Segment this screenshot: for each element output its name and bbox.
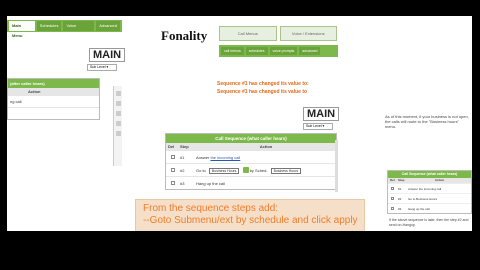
left-sequence-table: (after caller hears) Action ng call (7, 78, 100, 120)
center-nav-bar: call menus schedules voice prompts advan… (219, 45, 338, 57)
video-frame: Main Menu Schedules Voice Prompts Advanc… (7, 16, 472, 231)
left-tab-advanced[interactable]: Advanced (96, 21, 120, 31)
left-tab-main-menu[interactable]: Main Menu (9, 21, 35, 38)
table-row: #1 Answer the incoming call (166, 150, 336, 163)
action-link[interactable]: the incoming call (210, 155, 240, 160)
status-message-1: Sequence #1 has changed its value to: (217, 81, 309, 87)
left-table-col-action: Action (8, 88, 99, 95)
left-tab-voice-prompts[interactable]: Voice Prompts (63, 21, 95, 38)
right-note-text: If the above sequence is later, then the… (389, 218, 469, 227)
left-table-header: (after caller hears) (8, 79, 99, 88)
status-message-2: Sequence #1 has changed its value to (217, 89, 308, 95)
col-del: Del (390, 178, 395, 182)
nav-call-menus[interactable]: call menus (221, 47, 244, 55)
step-action: Answer the incoming call (408, 186, 442, 191)
checkbox[interactable] (116, 121, 121, 126)
left-table-row (8, 107, 99, 119)
step-number: #2 (398, 196, 402, 201)
col-step: Step (180, 144, 189, 149)
center-pane: Fonality Call Menus Voice / Extensions c… (155, 22, 401, 197)
step-action: Go to Business Hours (408, 196, 438, 201)
delete-checkbox[interactable] (391, 186, 394, 190)
tab-voice-extensions[interactable]: Voice / Extensions (279, 26, 337, 41)
right-pane: As of this moment, if your business is n… (383, 112, 472, 231)
nav-schedules[interactable]: schedules (245, 47, 268, 55)
left-level-select[interactable]: Sub Level ▾ (87, 64, 117, 71)
table-row: #3 Hang up the call (388, 203, 471, 213)
delete-checkbox[interactable] (171, 154, 175, 159)
step-number: #1 (398, 186, 402, 191)
action-prefix: Hang up the call (196, 180, 225, 186)
delete-checkbox[interactable] (391, 196, 394, 200)
nav-advanced[interactable]: advanced (299, 47, 321, 55)
left-table-row: ng call (8, 95, 99, 107)
table-row: #2 Go to Business Hours (388, 193, 471, 203)
table-row: #2 Go to Business Hours by Sched. Busine… (166, 163, 336, 176)
step-number: #2 (180, 167, 185, 173)
step-number: #1 (180, 154, 185, 160)
col-del: Del (168, 144, 175, 149)
fonality-logo: Fonality (161, 28, 208, 43)
col-action: Action (259, 144, 273, 149)
tab-call-menus[interactable]: Call Menus (219, 26, 277, 41)
right-table-header: Call Sequence (what caller hears) (388, 171, 471, 178)
scrollbar[interactable] (335, 140, 338, 192)
nav-voice-prompts[interactable]: voice prompts (269, 47, 298, 55)
table-row: #1 Answer the incoming call (388, 183, 471, 193)
call-sequence-table: Call Sequence (what caller hears) Del St… (165, 133, 337, 190)
right-col-headers: Del Step Action (388, 178, 471, 183)
center-main-label: MAIN (303, 107, 340, 121)
table-row: #3 Hang up the call (166, 176, 336, 189)
delete-checkbox[interactable] (391, 206, 394, 210)
call-sequence-col-headers: Del Step Action (166, 143, 336, 150)
center-level-select[interactable]: Sub Level ▾ (303, 123, 333, 130)
call-sequence-header: Call Sequence (what caller hears) (166, 134, 336, 143)
delete-checkbox[interactable] (171, 180, 175, 185)
checkbox[interactable] (116, 131, 121, 136)
delete-checkbox[interactable] (171, 167, 175, 172)
step-action: Hang up the call (408, 206, 430, 211)
right-sequence-table: Call Sequence (what caller hears) Del St… (387, 170, 472, 214)
checkbox[interactable] (116, 91, 121, 96)
top-tab-bar: Call Menus Voice / Extensions (219, 26, 337, 41)
step-number: #3 (398, 206, 402, 211)
col-step: Step (398, 178, 405, 182)
step-number: #3 (180, 180, 185, 186)
submenu-input[interactable]: Business Hours (208, 167, 240, 174)
left-pane: Main Menu Schedules Voice Prompts Advanc… (7, 16, 126, 231)
schedule-select[interactable]: Business Hours (270, 167, 302, 174)
left-tab-schedules[interactable]: Schedules (36, 21, 62, 31)
checkbox[interactable] (116, 101, 121, 106)
go-icon[interactable] (242, 167, 249, 174)
action-prefix: Answer (196, 154, 210, 160)
action-prefix: Go to (196, 167, 206, 173)
checkbox[interactable] (116, 111, 121, 116)
action-suffix: by Sched. (249, 167, 268, 173)
tutorial-caption: From the sequence steps add: --Goto Subm… (135, 199, 365, 231)
left-main-label: MAIN (89, 48, 126, 62)
right-explanation-text: As of this moment, if your business is n… (385, 114, 469, 129)
col-action: Action (434, 178, 445, 182)
left-tab-bar: Main Menu Schedules Voice Prompts Advanc… (7, 20, 122, 38)
left-sidebar-strip (113, 86, 122, 166)
caption-line-1: From the sequence steps add: (143, 203, 279, 214)
caption-line-2: --Goto Submenu/ext by schedule and click… (143, 215, 358, 226)
